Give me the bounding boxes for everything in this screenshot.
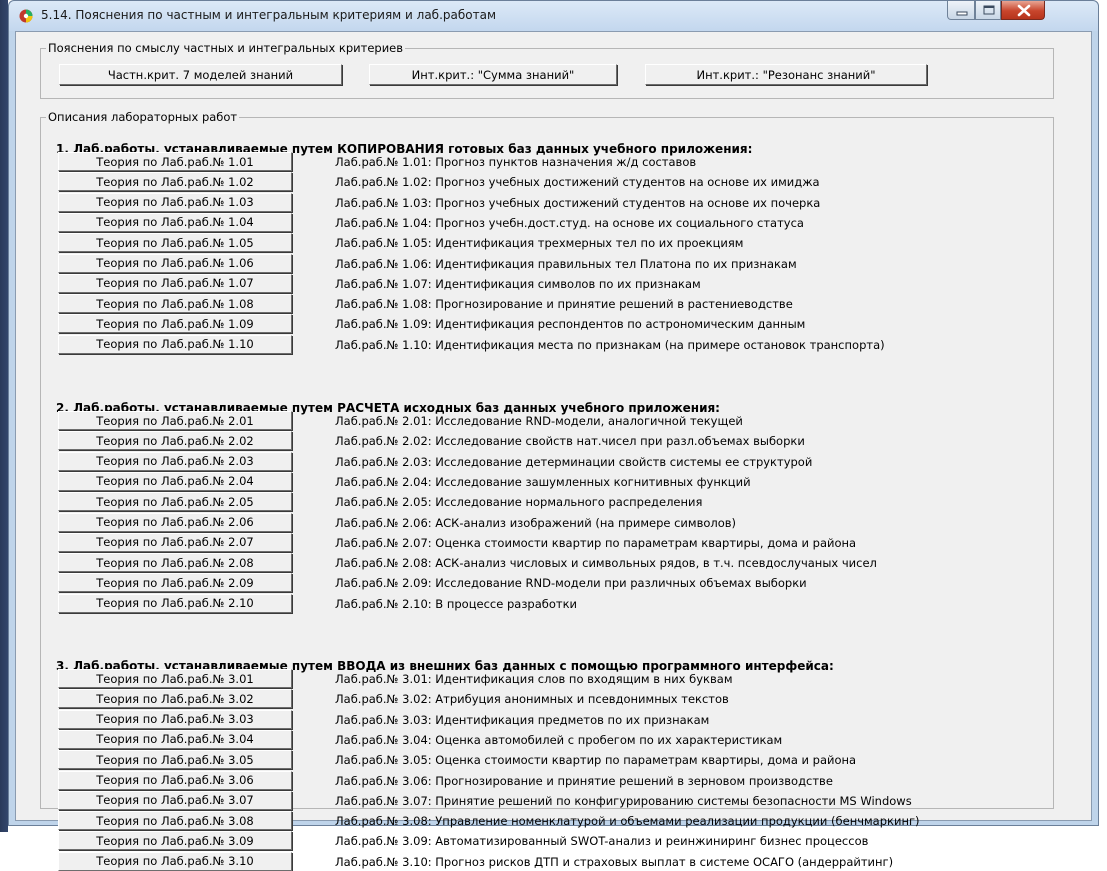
lab-description: Лаб.раб.№ 2.09: Исследование RND-модели …	[335, 576, 807, 591]
lab-description: Лаб.раб.№ 2.05: Исследование нормального…	[335, 495, 703, 510]
lab-theory-button[interactable]: Теория по Лаб.раб.№ 3.06	[58, 770, 292, 790]
lab-theory-button[interactable]: Теория по Лаб.раб.№ 1.08	[58, 294, 292, 314]
lab-description: Лаб.раб.№ 3.01: Идентификация слов по вх…	[335, 672, 733, 686]
lab-theory-button[interactable]: Теория по Лаб.раб.№ 2.05	[58, 492, 292, 512]
lab-description: Лаб.раб.№ 1.06: Идентификация правильных…	[335, 256, 797, 271]
lab-description: Лаб.раб.№ 2.07: Оценка стоимости квартир…	[335, 535, 857, 550]
lab-theory-button[interactable]: Теория по Лаб.раб.№ 3.03	[58, 709, 292, 729]
lab-description: Лаб.раб.№ 1.04: Прогноз учебн.дост.студ.…	[335, 215, 804, 230]
lab-theory-button[interactable]: Теория по Лаб.раб.№ 2.02	[58, 431, 292, 451]
lab-description: Лаб.раб.№ 3.07: Принятие решений по конф…	[335, 793, 912, 808]
lab-theory-button[interactable]: Теория по Лаб.раб.№ 2.01	[58, 411, 292, 430]
labs-group-label: Описания лабораторных работ	[46, 110, 240, 124]
lab-theory-button[interactable]: Теория по Лаб.раб.№ 1.07	[58, 273, 292, 293]
lab-theory-button[interactable]: Теория по Лаб.раб.№ 3.05	[58, 750, 292, 770]
lab-description: Лаб.раб.№ 2.06: АСК-анализ изображений (…	[335, 515, 737, 530]
lab-description: Лаб.раб.№ 3.08: Управление номенклатурой…	[335, 814, 920, 829]
lab-description: Лаб.раб.№ 1.08: Прогнозирование и принят…	[335, 297, 793, 312]
criteria-explanations-group: Пояснения по смыслу частных и интегральн…	[40, 41, 1054, 99]
lab-description: Лаб.раб.№ 1.10: Идентификация места по п…	[335, 337, 885, 352]
lab-theory-button[interactable]: Теория по Лаб.раб.№ 2.08	[58, 553, 292, 573]
lab-theory-button[interactable]: Теория по Лаб.раб.№ 1.06	[58, 253, 292, 273]
lab-description: Лаб.раб.№ 2.02: Исследование свойств нат…	[335, 434, 805, 449]
lab-description: Лаб.раб.№ 3.09: Автоматизированный SWOT-…	[335, 834, 869, 849]
lab-description: Лаб.раб.№ 3.05: Оценка стоимости квартир…	[335, 753, 857, 768]
lab-descriptions-group: Описания лабораторных работ 1. Лаб.работ…	[40, 110, 1054, 871]
lab-theory-button[interactable]: Теория по Лаб.раб.№ 3.08	[58, 811, 292, 831]
lab-description: Лаб.раб.№ 3.10: Прогноз рисков ДТП и стр…	[335, 854, 894, 869]
lab-theory-button[interactable]: Теория по Лаб.раб.№ 3.04	[58, 729, 292, 749]
title-bar[interactable]: 5.14. Пояснения по частным и интегральны…	[9, 1, 1098, 31]
desktop-edge	[0, 0, 8, 832]
lab-description: Лаб.раб.№ 2.08: АСК-анализ числовых и си…	[335, 556, 877, 571]
lab-description: Лаб.раб.№ 1.07: Идентификация символов п…	[335, 276, 701, 291]
close-button[interactable]	[1001, 1, 1045, 20]
lab-description: Лаб.раб.№ 2.04: Исследование зашумленных…	[335, 474, 751, 489]
criteria-group-label: Пояснения по смыслу частных и интегральн…	[46, 41, 406, 55]
lab-theory-button[interactable]: Теория по Лаб.раб.№ 1.01	[58, 152, 292, 171]
lab-description: Лаб.раб.№ 1.05: Идентификация трехмерных…	[335, 236, 744, 251]
maximize-icon	[983, 5, 995, 15]
lab-description: Лаб.раб.№ 3.02: Атрибуция анонимных и пс…	[335, 692, 729, 707]
lab-description: Лаб.раб.№ 3.04: Оценка автомобилей с про…	[335, 732, 783, 747]
lab-theory-button[interactable]: Теория по Лаб.раб.№ 1.10	[58, 334, 292, 354]
window-title: 5.14. Пояснения по частным и интегральны…	[41, 8, 496, 22]
lab-theory-button[interactable]: Теория по Лаб.раб.№ 2.07	[58, 532, 292, 552]
lab-description: Лаб.раб.№ 2.01: Исследование RND-модели,…	[335, 414, 743, 428]
partial-criteria-button[interactable]: Частн.крит. 7 моделей знаний	[59, 64, 342, 85]
lab-theory-button[interactable]: Теория по Лаб.раб.№ 3.09	[58, 831, 292, 851]
minimize-icon	[956, 11, 968, 16]
lab-theory-button[interactable]: Теория по Лаб.раб.№ 3.07	[58, 790, 292, 810]
close-icon	[1017, 4, 1031, 17]
lab-theory-button[interactable]: Теория по Лаб.раб.№ 2.03	[58, 451, 292, 471]
app-icon	[19, 9, 33, 23]
lab-theory-button[interactable]: Теория по Лаб.раб.№ 2.06	[58, 512, 292, 532]
lab-description: Лаб.раб.№ 1.01: Прогноз пунктов назначен…	[335, 155, 697, 169]
lab-theory-button[interactable]: Теория по Лаб.раб.№ 1.05	[58, 233, 292, 253]
lab-theory-button[interactable]: Теория по Лаб.раб.№ 1.04	[58, 212, 292, 232]
lab-theory-button[interactable]: Теория по Лаб.раб.№ 1.03	[58, 192, 292, 212]
minimize-button[interactable]	[947, 1, 975, 20]
window: 5.14. Пояснения по частным и интегральны…	[8, 0, 1099, 871]
lab-theory-button[interactable]: Теория по Лаб.раб.№ 1.09	[58, 314, 292, 334]
lab-theory-button[interactable]: Теория по Лаб.раб.№ 1.02	[58, 172, 292, 192]
maximize-button[interactable]	[975, 1, 1001, 20]
lab-description: Лаб.раб.№ 1.02: Прогноз учебных достижен…	[335, 175, 820, 190]
lab-theory-button[interactable]: Теория по Лаб.раб.№ 3.10	[58, 851, 292, 871]
dialog-client-area: Пояснения по смыслу частных и интегральн…	[15, 31, 1092, 871]
lab-theory-button[interactable]: Теория по Лаб.раб.№ 3.02	[58, 689, 292, 709]
lab-theory-button[interactable]: Теория по Лаб.раб.№ 2.04	[58, 471, 292, 491]
knowledge-resonance-button[interactable]: Инт.крит.: "Резонанс знаний"	[645, 64, 927, 85]
lab-description: Лаб.раб.№ 3.06: Прогнозирование и принят…	[335, 773, 833, 788]
lab-description: Лаб.раб.№ 2.10: В процессе разработки	[335, 596, 578, 611]
lab-description: Лаб.раб.№ 1.09: Идентификация респондент…	[335, 317, 806, 332]
lab-description: Лаб.раб.№ 2.03: Исследование детерминаци…	[335, 454, 813, 469]
sum-of-knowledge-button[interactable]: Инт.крит.: "Сумма знаний"	[369, 64, 617, 85]
lab-theory-button[interactable]: Теория по Лаб.раб.№ 3.01	[58, 669, 292, 688]
lab-theory-button[interactable]: Теория по Лаб.раб.№ 2.09	[58, 573, 292, 593]
lab-description: Лаб.раб.№ 1.03: Прогноз учебных достижен…	[335, 195, 821, 210]
lab-theory-button[interactable]: Теория по Лаб.раб.№ 2.10	[58, 593, 292, 613]
lab-description: Лаб.раб.№ 3.03: Идентификация предметов …	[335, 712, 710, 727]
